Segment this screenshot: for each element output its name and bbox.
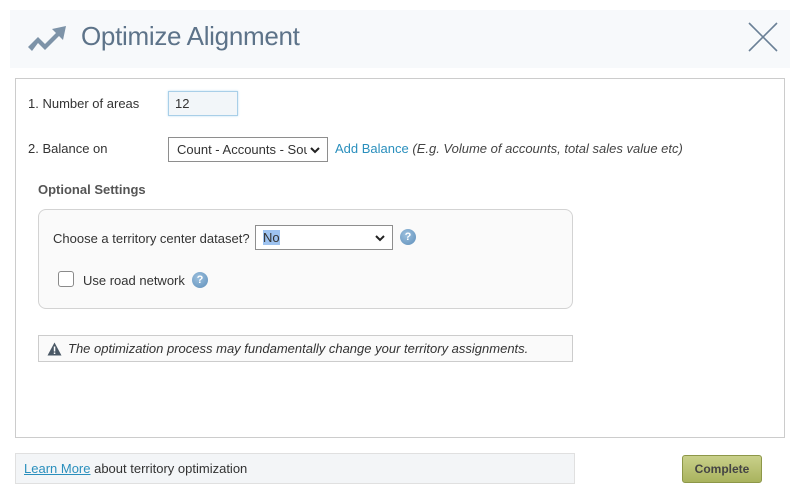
- warning-text: The optimization process may fundamental…: [68, 341, 529, 356]
- balance-hint: (E.g. Volume of accounts, total sales va…: [412, 141, 683, 156]
- complete-button[interactable]: Complete: [682, 455, 762, 483]
- center-dataset-label: Choose a territory center dataset?: [53, 231, 250, 246]
- dialog-header: Optimize Alignment: [10, 10, 790, 68]
- chevron-down-icon: [372, 234, 388, 242]
- center-dataset-select[interactable]: No: [255, 225, 393, 250]
- learn-more-bar: Learn More about territory optimization: [15, 453, 575, 484]
- trending-up-icon: [28, 26, 66, 51]
- center-dataset-value: No: [263, 230, 280, 245]
- dialog-title: Optimize Alignment: [81, 21, 300, 51]
- optional-settings-title: Optional Settings: [38, 182, 146, 197]
- balance-on-value: Count - Accounts - Sou: [177, 142, 307, 157]
- number-of-areas-label: 1. Number of areas: [28, 96, 140, 111]
- balance-on-select[interactable]: Count - Accounts - Sou: [168, 137, 328, 162]
- learn-more-suffix: about territory optimization: [90, 461, 248, 476]
- close-icon[interactable]: [746, 20, 780, 54]
- learn-more-link[interactable]: Learn More: [24, 461, 90, 476]
- balance-extra: Add Balance (E.g. Volume of accounts, to…: [335, 141, 683, 156]
- warning-banner: The optimization process may fundamental…: [38, 335, 573, 362]
- add-balance-link[interactable]: Add Balance: [335, 141, 409, 156]
- use-road-network-label: Use road network: [83, 273, 185, 288]
- road-network-help-icon[interactable]: ?: [192, 272, 208, 288]
- use-road-network-checkbox[interactable]: [58, 271, 74, 287]
- chevron-down-icon: [307, 146, 323, 154]
- center-dataset-help-icon[interactable]: ?: [400, 229, 416, 245]
- warning-icon: [47, 342, 62, 355]
- optional-settings-box: [38, 209, 573, 309]
- number-of-areas-input[interactable]: [168, 91, 238, 116]
- balance-on-label: 2. Balance on: [28, 141, 108, 156]
